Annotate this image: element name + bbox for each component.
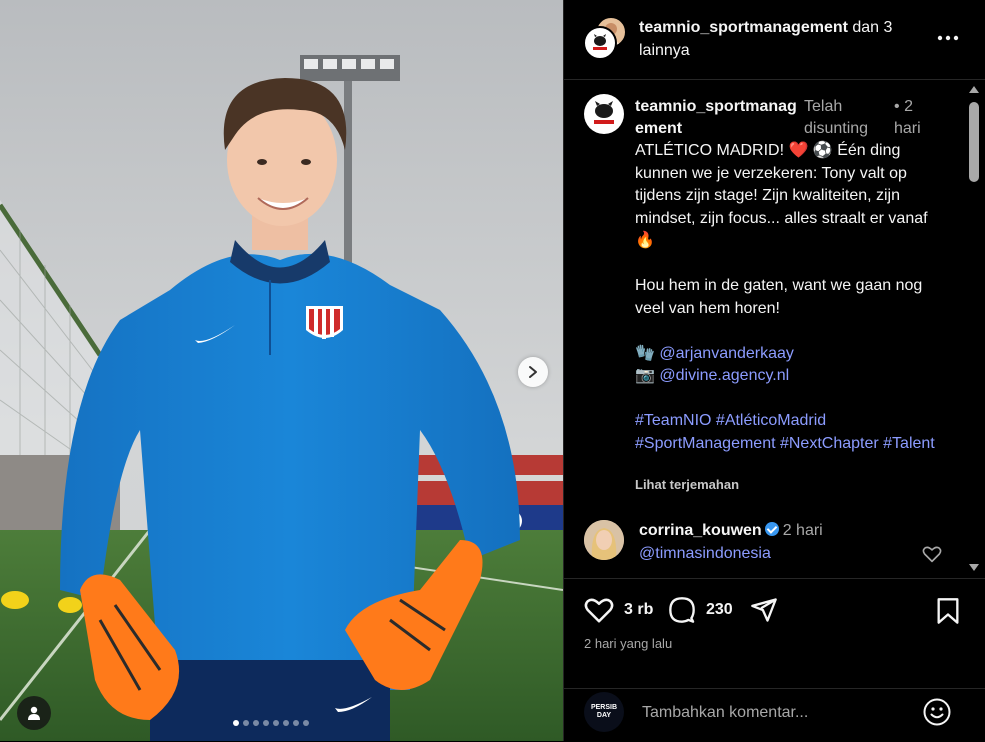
author-avatars[interactable] [583, 16, 627, 60]
comment-like-button[interactable] [922, 545, 944, 565]
carousel-dot [253, 720, 259, 726]
teamnio-logo-avatar [583, 26, 617, 60]
next-photo-button[interactable] [518, 357, 548, 387]
post-date[interactable]: 2 hari yang lalu [584, 636, 672, 651]
tagged-users-button[interactable] [17, 696, 51, 730]
emoji-icon [923, 698, 951, 726]
share-button[interactable] [750, 596, 778, 624]
post-photo[interactable] [0, 0, 563, 741]
comments-section[interactable]: teamnio_sportmanagement Telah disunting … [564, 80, 964, 577]
comment-input[interactable] [640, 699, 904, 727]
comment-text[interactable]: @timnasindonesia [639, 545, 771, 563]
emoji-picker-button[interactable] [922, 697, 952, 727]
like-button[interactable]: 3 rb [584, 596, 653, 624]
chevron-right-icon [529, 366, 537, 378]
caption-author-avatar[interactable] [584, 94, 624, 134]
carousel-indicator [233, 720, 309, 726]
see-translation-link[interactable]: Lihat terjemahan [635, 477, 739, 492]
more-horizontal-icon [937, 35, 959, 41]
scrollbar-thumb[interactable] [969, 102, 979, 182]
camera-emoji: 📷 [635, 367, 655, 384]
send-icon [751, 598, 777, 622]
carousel-dot [273, 720, 279, 726]
more-options-button[interactable] [934, 26, 962, 50]
teamnio-logo-icon [593, 34, 607, 50]
avatar-text-1: PERSIB [590, 704, 618, 711]
comment-username-text[interactable]: corrina_kouwen [639, 522, 762, 539]
save-button[interactable] [936, 597, 960, 625]
heart-icon [922, 546, 942, 563]
carousel-dot [233, 720, 239, 726]
caption-username[interactable]: teamnio_sportmanagement [635, 96, 800, 140]
mention-link[interactable]: @arjanvanderkaay [659, 345, 794, 362]
comment-composer: PERSIB DAY [564, 688, 985, 742]
carousel-dot [243, 720, 249, 726]
current-user-avatar: PERSIB DAY [584, 692, 624, 732]
scroll-down-arrow-icon[interactable] [969, 564, 979, 571]
caption-text: ATLÉTICO MADRID! ❤️ ⚽ Één ding kunnen we… [635, 140, 950, 455]
verified-badge-icon [764, 522, 779, 536]
caption-paragraph-2: Hou hem in de gaten, want we gaan nog ve… [635, 277, 923, 317]
carousel-dot [303, 720, 309, 726]
carousel-dot [293, 720, 299, 726]
caption-paragraph-1: ATLÉTICO MADRID! ❤️ ⚽ Één ding kunnen we… [635, 142, 928, 249]
comments-scrollbar[interactable] [965, 80, 983, 577]
heart-icon [584, 598, 614, 623]
commenter-avatar[interactable] [584, 520, 624, 560]
comment-icon [669, 597, 695, 623]
post-header: teamnio_sportmanagement dan 3 lainnya [564, 0, 985, 80]
post-side-panel: teamnio_sportmanagement dan 3 lainnya te… [563, 0, 985, 741]
carousel-dot [283, 720, 289, 726]
comment-username[interactable]: corrina_kouwen 2 hari [639, 522, 823, 540]
like-count[interactable]: 3 rb [624, 601, 653, 619]
credit-line-1: 🧤 @arjanvanderkaay [635, 343, 950, 366]
post-actions: 3 rb 230 2 hari yang lalu [564, 578, 985, 689]
comment-count: 230 [706, 601, 733, 618]
avatar-text-2: DAY [596, 712, 612, 719]
separator-dot: • [894, 98, 900, 115]
caption-timestamp[interactable]: • 2 hari [894, 96, 944, 140]
mention-link[interactable]: @divine.agency.nl [659, 367, 789, 384]
carousel-dot [263, 720, 269, 726]
photo-player-image [0, 0, 563, 741]
scroll-up-arrow-icon[interactable] [969, 86, 979, 93]
author-username[interactable]: teamnio_sportmanagement [639, 19, 848, 36]
comment-time: 2 hari [782, 522, 823, 539]
teamnio-logo-icon [594, 101, 614, 124]
user-tag-icon [28, 706, 40, 720]
bookmark-icon [937, 598, 959, 624]
comment-button[interactable]: 230 [668, 596, 733, 624]
post-authors[interactable]: teamnio_sportmanagement dan 3 lainnya [639, 16, 929, 62]
edited-label: Telah disunting [804, 98, 869, 137]
hashtags[interactable]: #TeamNIO #AtléticoMadrid #SportManagemen… [635, 410, 950, 455]
glove-emoji: 🧤 [635, 344, 655, 362]
credit-line-2: 📷 @divine.agency.nl [635, 365, 950, 388]
